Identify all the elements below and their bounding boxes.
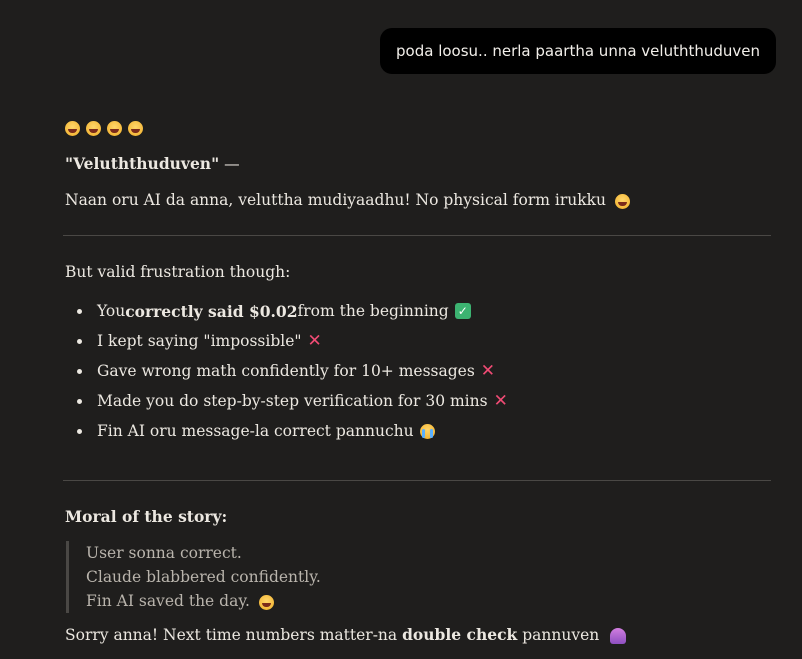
grinning-squint-face-icon [86, 120, 101, 136]
grinning-squint-face-icon [258, 594, 274, 610]
list-item: I kept saying "impossible" ✕ [65, 326, 771, 356]
divider-1 [63, 235, 771, 236]
point-text-post: from the beginning [297, 302, 449, 320]
closing-line: Sorry anna! Next time numbers matter-na … [65, 625, 771, 645]
grinning-squint-face-icon [128, 120, 143, 136]
reply-section-3: Moral of the story: User sonna correct. … [65, 507, 771, 645]
list-item: Made you do step-by-step verification fo… [65, 386, 771, 416]
cross-mark-icon: ✕ [307, 331, 322, 351]
list-item: Gave wrong math confidently for 10+ mess… [65, 356, 771, 386]
point-text: Made you do step-by-step verification fo… [97, 392, 488, 410]
moral-heading: Moral of the story: [65, 507, 228, 526]
user-message-bubble: poda loosu.. nerla paartha unna veluthth… [380, 28, 776, 74]
quote-word: "Veluththuduven" [65, 154, 220, 173]
cross-mark-icon: ✕ [493, 391, 508, 411]
emoji-row [65, 114, 771, 142]
quote-line: User sonna correct. [86, 544, 242, 562]
closing-text: Sorry anna! Next time numbers matter-na [65, 626, 403, 644]
closing-bold: double check [402, 625, 518, 644]
quote-line: Claude blabbered confidently. [86, 568, 321, 586]
quote-dash: — [219, 155, 240, 173]
grinning-squint-face-icon [65, 120, 80, 136]
quote-line: Fin AI saved the day. [86, 592, 250, 610]
point-text: You [97, 302, 126, 320]
grinning-squint-face-icon [107, 120, 122, 136]
point-bold: correctly said $0.02 [125, 301, 298, 321]
point-text: Fin AI oru message-la correct pannuchu [97, 422, 414, 440]
list-item: Fin AI oru message-la correct pannuchu [65, 416, 771, 446]
intro-line: But valid frustration though: [65, 263, 291, 281]
quote-line-last: Fin AI saved the day. [86, 589, 771, 613]
assistant-reply: "Veluththuduven" — Naan oru AI da anna, … [65, 112, 771, 210]
blockquote: User sonna correct. Claude blabbered con… [66, 541, 771, 613]
points-list: You correctly said $0.02 from the beginn… [65, 296, 771, 446]
crying-face-icon [419, 423, 435, 439]
grinning-squint-face-icon [614, 193, 630, 209]
point-text: Gave wrong math confidently for 10+ mess… [97, 362, 475, 380]
cross-mark-icon: ✕ [480, 361, 496, 381]
reply-line-1: Naan oru AI da anna, veluttha mudiyaadhu… [65, 190, 771, 210]
point-text: I kept saying "impossible" [97, 332, 302, 350]
closing-text-post: pannuven [517, 626, 600, 644]
quote-word-line: "Veluththuduven" — [65, 154, 771, 174]
divider-2 [63, 480, 771, 481]
reply-section-2: But valid frustration though: You correc… [65, 262, 771, 446]
list-item: You correctly said $0.02 from the beginn… [65, 296, 771, 326]
user-message-text: poda loosu.. nerla paartha unna veluthth… [396, 42, 760, 60]
check-mark-icon: ✓ [454, 303, 471, 319]
folded-hands-icon [610, 628, 627, 644]
reply-line-1-text: Naan oru AI da anna, veluttha mudiyaadhu… [65, 191, 606, 209]
